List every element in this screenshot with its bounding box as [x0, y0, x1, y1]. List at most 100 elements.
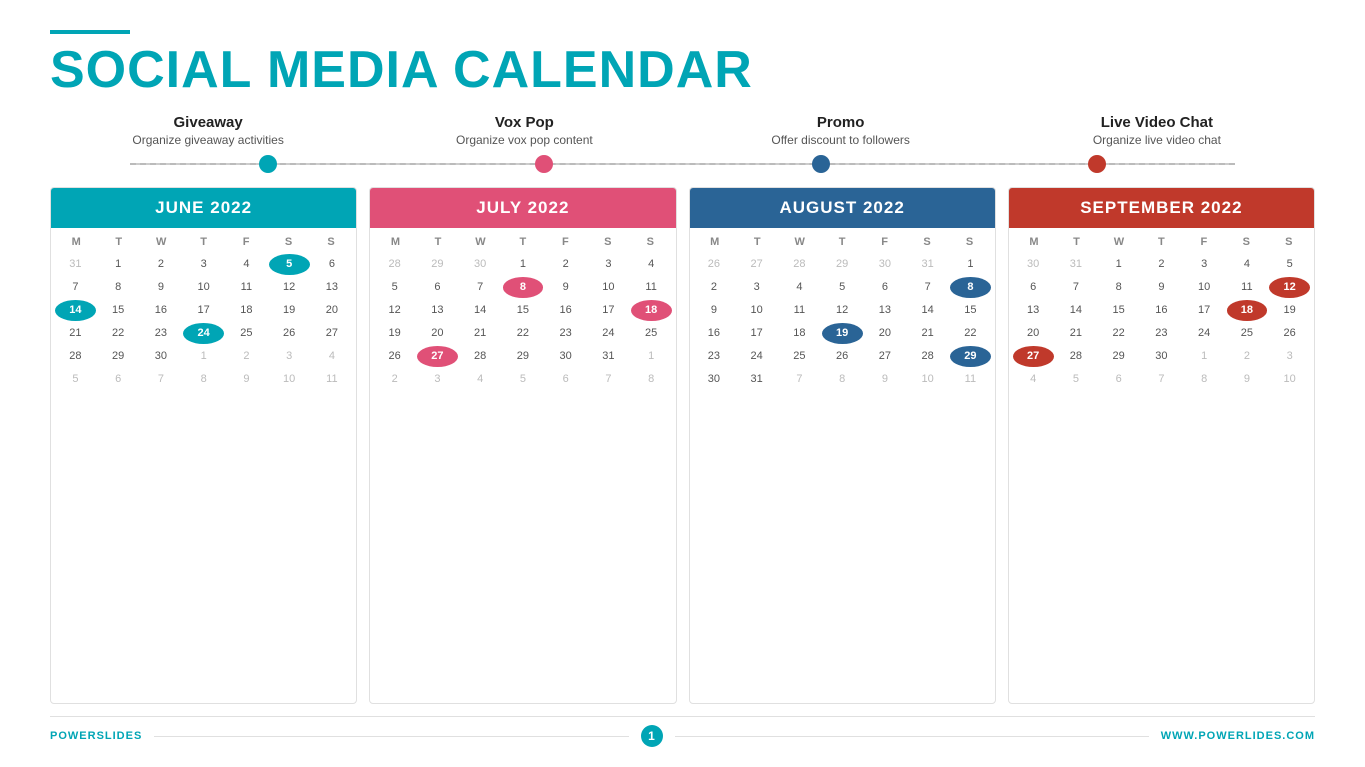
calendar-day: 23 [694, 346, 735, 367]
calendar-day: 21 [55, 323, 96, 344]
weekday-label: T [97, 234, 139, 250]
calendar-day: 10 [1269, 369, 1310, 390]
calendar-day: 27 [312, 323, 353, 344]
timeline-dot-giveaway [259, 155, 277, 173]
calendar-day: 31 [55, 254, 96, 275]
calendar-day: 23 [141, 323, 182, 344]
calendar-day: 15 [98, 300, 139, 321]
weekday-label: W [778, 234, 820, 250]
page-container: SOCIAL MEDIA CALENDAR Giveaway Organize … [0, 0, 1365, 767]
calendar-day: 1 [183, 346, 224, 367]
category-title-voxpop: Vox Pop [366, 114, 682, 131]
timeline-dot-promo [812, 155, 830, 173]
calendar-day: 27 [865, 346, 906, 367]
calendar-day: 6 [98, 369, 139, 390]
calendar-day: 1 [503, 254, 544, 275]
category-sub-giveaway: Organize giveaway activities [50, 133, 366, 147]
calendar-day: 29 [1098, 346, 1139, 367]
calendar-day: 20 [1013, 323, 1054, 344]
calendar-day: 1 [631, 346, 672, 367]
calendar-day: 10 [183, 277, 224, 298]
calendar-day: 7 [1141, 369, 1182, 390]
calendar-day: 4 [1227, 254, 1268, 275]
calendar-day: 26 [374, 346, 415, 367]
calendar-day: 3 [1184, 254, 1225, 275]
calendar-day: 4 [779, 277, 820, 298]
calendar-day: 31 [1056, 254, 1097, 275]
calendar-body-1: MTWTFSS282930123456789101112131415161718… [370, 228, 675, 703]
weekday-label: F [863, 234, 905, 250]
weekday-label: T [502, 234, 544, 250]
calendar-day: 26 [694, 254, 735, 275]
calendar-day: 6 [865, 277, 906, 298]
calendar-day: 15 [950, 300, 991, 321]
calendar-day: 11 [631, 277, 672, 298]
category-sub-voxpop: Organize vox pop content [366, 133, 682, 147]
calendar-day: 30 [694, 369, 735, 390]
calendar-day: 10 [269, 369, 310, 390]
calendar-day: 4 [226, 254, 267, 275]
weekday-label: M [694, 234, 736, 250]
calendar-day: 10 [907, 369, 948, 390]
calendar-day: 21 [460, 323, 501, 344]
calendar-day: 28 [1056, 346, 1097, 367]
calendar-day: 1 [1184, 346, 1225, 367]
calendar-day: 25 [226, 323, 267, 344]
calendar-day: 5 [503, 369, 544, 390]
calendar-day: 30 [1141, 346, 1182, 367]
calendar-day: 11 [1227, 277, 1268, 298]
calendar-day: 10 [588, 277, 629, 298]
calendar-header-2: AUGUST 2022 [690, 188, 995, 228]
calendar-day: 30 [1013, 254, 1054, 275]
calendar-day: 8 [1098, 277, 1139, 298]
calendar-day: 25 [1227, 323, 1268, 344]
weekday-label: T [736, 234, 778, 250]
calendar-day: 5 [1269, 254, 1310, 275]
calendar-header-3: SEPTEMBER 2022 [1009, 188, 1314, 228]
footer-brand-part2: SLIDES [97, 730, 143, 742]
calendars-row: JUNE 2022MTWTFSS311234567891011121314151… [50, 187, 1315, 704]
calendar-body-3: MTWTFSS303112345678910111213141516171819… [1009, 228, 1314, 703]
calendar-day: 29 [950, 346, 991, 367]
calendar-day: 23 [545, 323, 586, 344]
calendar-day: 30 [460, 254, 501, 275]
category-voxpop: Vox Pop Organize vox pop content [366, 114, 682, 147]
weekday-label: S [629, 234, 671, 250]
weekday-label: W [1098, 234, 1140, 250]
footer-brand: POWERSLIDES [50, 730, 142, 742]
weekday-label: T [182, 234, 224, 250]
calendar-day: 28 [55, 346, 96, 367]
category-title-giveaway: Giveaway [50, 114, 366, 131]
footer-line-right [675, 736, 1149, 737]
calendar-day: 24 [588, 323, 629, 344]
calendar-day: 23 [1141, 323, 1182, 344]
calendar-day: 7 [588, 369, 629, 390]
calendar-day: 27 [736, 254, 777, 275]
calendar-day: 8 [503, 277, 544, 298]
calendar-day: 19 [374, 323, 415, 344]
calendar-day: 22 [98, 323, 139, 344]
calendar-day: 9 [141, 277, 182, 298]
calendar-day: 4 [312, 346, 353, 367]
calendar-day: 17 [1184, 300, 1225, 321]
calendar-day: 2 [545, 254, 586, 275]
timeline [50, 155, 1315, 173]
category-title-promo: Promo [683, 114, 999, 131]
weekday-label: S [310, 234, 352, 250]
calendar-day: 31 [907, 254, 948, 275]
calendar-day: 18 [631, 300, 672, 321]
category-row: Giveaway Organize giveaway activities Vo… [50, 114, 1315, 147]
calendar-day: 2 [141, 254, 182, 275]
calendar-day: 1 [1098, 254, 1139, 275]
calendar-day: 7 [779, 369, 820, 390]
calendar-day: 21 [1056, 323, 1097, 344]
calendar-day: 15 [1098, 300, 1139, 321]
calendar-day: 19 [1269, 300, 1310, 321]
calendar-day: 13 [417, 300, 458, 321]
calendar-day: 25 [631, 323, 672, 344]
calendar-day: 17 [736, 323, 777, 344]
calendar-day: 2 [1141, 254, 1182, 275]
calendar-day: 28 [907, 346, 948, 367]
calendar-day: 14 [55, 300, 96, 321]
calendar-day: 10 [1184, 277, 1225, 298]
